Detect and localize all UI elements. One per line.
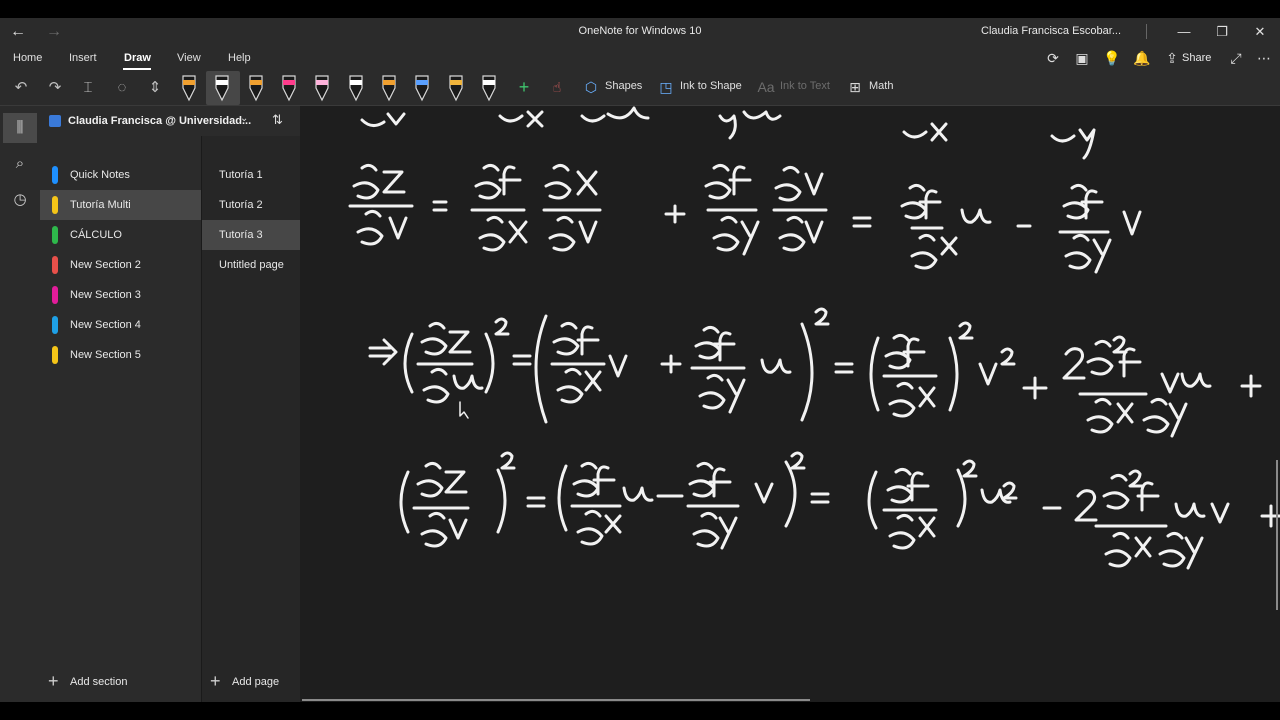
close-icon[interactable]: ✕ [1249,22,1271,42]
search-icon[interactable]: ⌕ [8,152,32,176]
shapes-icon[interactable]: ⬡ [582,78,600,96]
section-item[interactable]: CÁLCULO [40,220,201,250]
pen-tool-icon[interactable] [449,75,463,102]
section-label: New Section 4 [70,319,141,331]
onenote-window: ← → OneNote for Windows 10 Claudia Franc… [0,18,1280,702]
pen-tool-icon[interactable] [182,75,196,102]
section-color-tab [52,286,58,304]
add-section-button[interactable]: + Add section [40,668,201,698]
ink-to-shape-icon[interactable]: ◳ [657,78,675,96]
ink-to-text-icon: Aa [757,79,775,95]
page-canvas[interactable] [300,106,1280,702]
section-color-tab [52,226,58,244]
add-pen-icon[interactable]: + [515,78,533,96]
handwritten-math-ink [348,106,1280,570]
sort-icon[interactable]: ⇅ [272,112,283,128]
title-bar: ← → OneNote for Windows 10 Claudia Franc… [0,18,1280,46]
page-item[interactable]: Tutoría 1 [202,160,301,190]
pen-tool-icon[interactable] [315,75,329,102]
notebooks-icon[interactable]: ⫼ [8,116,32,140]
section-item[interactable]: Tutoría Multi [40,190,201,220]
draw-toolbar: ↶ ↷ ⌶ ◌ ⇕ + ☝ ⬡ Shapes ◳ Ink to Shape Aa… [0,70,1280,106]
minimize-icon[interactable]: — [1173,22,1195,42]
shapes-button[interactable]: Shapes [605,80,642,92]
pen-tool-icon[interactable] [282,75,296,102]
sync-icon[interactable]: ⟳ [1043,48,1063,68]
pen-tool-icon[interactable] [349,75,363,102]
chevron-down-icon[interactable]: ⌄ [240,113,248,124]
tab-help[interactable]: Help [228,52,251,64]
page-label: Tutoría 1 [219,169,263,181]
ink-to-text-button: Ink to Text [780,80,830,92]
ink-to-shape-button[interactable]: Ink to Shape [680,80,742,92]
page-item[interactable]: Tutoría 2 [202,190,301,220]
section-label: Quick Notes [70,169,130,181]
ribbon-tabs: Home Insert Draw View Help ⟳ ▣ 💡 🔔 ⇪ Sha… [0,46,1280,70]
section-item[interactable]: Quick Notes [40,160,201,190]
notebook-title[interactable]: Claudia Francisca @ Universidad... [68,115,251,127]
tab-view[interactable]: View [177,52,201,64]
section-label: New Section 5 [70,349,141,361]
recent-notes-icon[interactable]: ◷ [8,188,32,212]
lightbulb-icon[interactable]: 💡 [1102,48,1122,68]
ink-replay-icon[interactable]: ☝ [548,78,566,96]
notebook-header[interactable]: Claudia Francisca @ Universidad... ⌄ ⇅ [40,106,300,136]
section-item[interactable]: New Section 2 [40,250,201,280]
section-item[interactable]: New Section 4 [40,310,201,340]
tab-home[interactable]: Home [13,52,42,64]
add-page-button[interactable]: + Add page [202,668,301,698]
pen-tool-icon[interactable] [215,75,229,102]
page-label: Tutoría 3 [219,229,263,241]
section-label: New Section 3 [70,289,141,301]
section-color-tab [52,166,58,184]
tab-draw[interactable]: Draw [124,52,151,64]
plus-icon: + [210,671,221,691]
maximize-icon[interactable]: ❐ [1211,22,1233,42]
pages-list: Tutoría 1 Tutoría 2 Tutoría 3 Untitled p… [201,136,301,702]
pen-tool-icon[interactable] [415,75,429,102]
section-item[interactable]: New Section 5 [40,340,201,370]
plus-icon: + [48,671,59,691]
section-label: Tutoría Multi [70,199,131,211]
section-color-tab [52,196,58,214]
section-item[interactable]: New Section 3 [40,280,201,310]
notebook-icon [49,115,61,127]
title-separator [1146,24,1147,39]
navigation-rail: ⫼ ⌕ ◷ [0,106,40,702]
pen-tool-icon[interactable] [249,75,263,102]
fullscreen-icon[interactable]: ⤢ [1226,48,1246,68]
pen-tool-icon[interactable] [482,75,496,102]
pen-tool-icon[interactable] [382,75,396,102]
section-color-tab [52,316,58,334]
share-button[interactable]: Share [1182,52,1211,64]
math-icon[interactable]: ⊞ [846,78,864,96]
section-label: CÁLCULO [70,229,122,241]
page-item[interactable]: Untitled page [202,250,301,280]
vertical-scrollbar[interactable] [1276,460,1278,610]
share-icon[interactable]: ⇪ [1162,48,1182,68]
notebook-view-icon[interactable]: ▣ [1072,48,1092,68]
add-page-label: Add page [232,676,280,688]
page-label: Tutoría 2 [219,199,263,211]
user-name[interactable]: Claudia Francisca Escobar... [981,25,1121,37]
bell-icon[interactable]: 🔔 [1132,48,1152,68]
add-section-label: Add section [70,676,128,688]
math-button[interactable]: Math [869,80,893,92]
section-color-tab [52,346,58,364]
section-label: New Section 2 [70,259,141,271]
pen-tray [182,75,496,102]
more-options-icon[interactable]: ⋯ [1254,48,1274,68]
tab-insert[interactable]: Insert [69,52,97,64]
page-item[interactable]: Tutoría 3 [202,220,301,250]
page-label: Untitled page [219,259,284,271]
section-color-tab [52,256,58,274]
sections-list: Quick Notes Tutoría Multi CÁLCULO New Se… [40,136,201,702]
horizontal-scrollbar[interactable] [302,699,810,701]
